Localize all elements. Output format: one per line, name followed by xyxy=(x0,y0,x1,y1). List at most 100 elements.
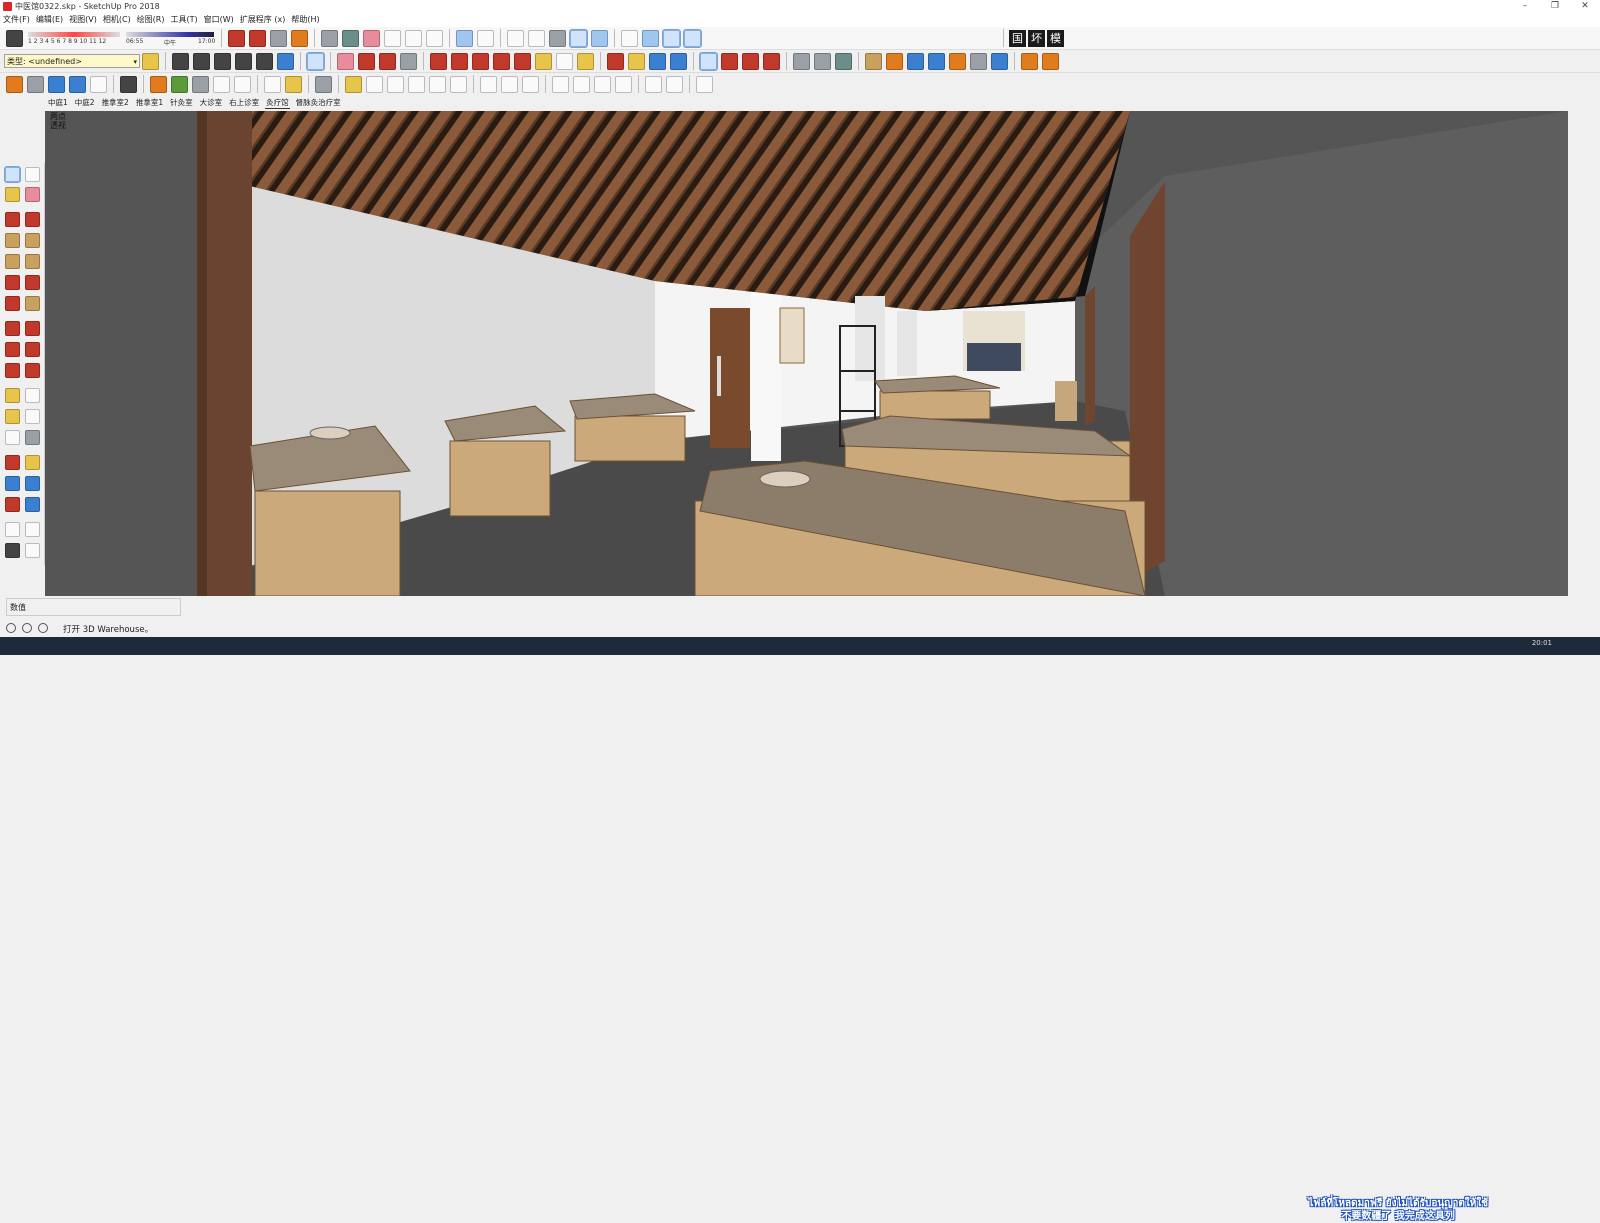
rotated-rectangle-icon[interactable] xyxy=(25,233,40,248)
plugin-icon[interactable] xyxy=(928,52,945,70)
geo-location-icon[interactable] xyxy=(696,75,713,93)
menu-help[interactable]: 帮助(H) xyxy=(291,13,319,27)
restore-button[interactable]: ❐ xyxy=(1540,0,1570,13)
menu-extensions[interactable]: 扩展程序 (x) xyxy=(240,13,286,27)
home-icon[interactable] xyxy=(384,29,401,47)
circle-icon[interactable] xyxy=(400,52,417,70)
three-point-arc-icon[interactable] xyxy=(5,296,20,311)
plugin-icon[interactable] xyxy=(721,52,738,70)
tape-measure-icon[interactable] xyxy=(345,75,362,93)
plugin-icon[interactable] xyxy=(172,52,189,70)
plugin-icon[interactable] xyxy=(277,52,294,70)
zoom-icon[interactable] xyxy=(5,476,20,491)
zoom-icon[interactable] xyxy=(649,52,666,70)
pan-icon[interactable] xyxy=(25,455,40,470)
plugin-icon[interactable] xyxy=(1042,52,1059,70)
view-iso-icon[interactable] xyxy=(480,75,497,93)
styles-icon[interactable] xyxy=(363,29,380,47)
zoom-window-icon[interactable] xyxy=(25,476,40,491)
plugin-icon[interactable] xyxy=(285,75,302,93)
plugin-icon[interactable] xyxy=(970,52,987,70)
axes-icon[interactable] xyxy=(429,75,446,93)
plugin-icon[interactable] xyxy=(835,52,852,70)
plugin-icon[interactable] xyxy=(48,75,65,93)
plugin-icon[interactable] xyxy=(213,75,230,93)
scene-tab[interactable]: 推拿室2 xyxy=(101,97,130,109)
quick-char-2[interactable]: 坏 xyxy=(1028,29,1045,47)
plugin-icon[interactable] xyxy=(1021,52,1038,70)
3d-text-icon[interactable] xyxy=(25,430,40,445)
text-icon[interactable] xyxy=(408,75,425,93)
view-front-icon[interactable] xyxy=(522,75,539,93)
quick-char-3[interactable]: 模 xyxy=(1047,29,1064,47)
plugin-icon[interactable] xyxy=(69,75,86,93)
scene-tab[interactable]: 针灸室 xyxy=(169,97,194,109)
section-plane-icon[interactable] xyxy=(25,543,40,558)
plugin-icon[interactable] xyxy=(193,52,210,70)
scene-tab[interactable]: 督脉灸治疗室 xyxy=(295,97,342,109)
push-pull-icon[interactable] xyxy=(25,321,40,336)
plugin-icon[interactable] xyxy=(645,75,662,93)
plugin-icon[interactable] xyxy=(6,75,23,93)
zoom-extents-icon[interactable] xyxy=(670,52,687,70)
scene-tab-selected[interactable]: 灸疗馆 xyxy=(265,97,290,109)
menu-file[interactable]: 文件(F) xyxy=(3,13,30,27)
two-point-arc-icon[interactable] xyxy=(25,275,40,290)
plugin-icon[interactable] xyxy=(315,75,332,93)
eraser-icon[interactable] xyxy=(25,187,40,202)
view-bottom-icon[interactable] xyxy=(615,75,632,93)
shadow-time-slider[interactable]: 06:55 中午 17:00 xyxy=(126,29,215,47)
back-edges-icon[interactable] xyxy=(477,29,494,47)
make-component-icon[interactable] xyxy=(25,167,40,182)
push-pull-icon[interactable] xyxy=(430,52,447,70)
axes-icon[interactable] xyxy=(621,29,638,47)
tape-measure-icon[interactable] xyxy=(535,52,552,70)
quick-char-1[interactable]: 国 xyxy=(1009,29,1026,47)
plugin-icon[interactable] xyxy=(234,75,251,93)
circle-icon[interactable] xyxy=(5,254,20,269)
arc-icon[interactable] xyxy=(379,52,396,70)
materials-icon[interactable] xyxy=(342,29,359,47)
section-fill-icon[interactable] xyxy=(683,28,702,48)
plugin-icon[interactable] xyxy=(865,52,882,70)
paint-bucket-icon[interactable] xyxy=(5,187,20,202)
shadow-month-slider[interactable]: 1 2 3 4 5 6 7 8 9 10 11 12 xyxy=(28,29,120,47)
scene-tab[interactable]: 推拿室1 xyxy=(135,97,164,109)
move-icon[interactable] xyxy=(5,321,20,336)
menu-draw[interactable]: 绘图(R) xyxy=(137,13,165,27)
previous-view-icon[interactable] xyxy=(25,497,40,512)
plugin-icon[interactable] xyxy=(949,52,966,70)
menu-edit[interactable]: 编辑(E) xyxy=(36,13,63,27)
rotate-icon[interactable] xyxy=(493,52,510,70)
orbit-icon[interactable] xyxy=(5,455,20,470)
plugin-icon[interactable] xyxy=(991,52,1008,70)
scene-tab[interactable]: 中庭2 xyxy=(74,97,96,109)
plugin-icon[interactable] xyxy=(27,75,44,93)
walk-icon[interactable] xyxy=(5,543,20,558)
plugin-icon[interactable] xyxy=(907,52,924,70)
plugin-icon[interactable] xyxy=(886,52,903,70)
plugin-icon[interactable] xyxy=(192,75,209,93)
wireframe-icon[interactable] xyxy=(507,29,524,47)
view-right-icon[interactable] xyxy=(552,75,569,93)
view-back-icon[interactable] xyxy=(573,75,590,93)
shadow-toggle-icon[interactable] xyxy=(6,29,23,47)
info-icon[interactable] xyxy=(6,623,16,633)
components-icon[interactable] xyxy=(321,29,338,47)
user-icon[interactable] xyxy=(38,623,48,633)
close-button[interactable]: ✕ xyxy=(1570,0,1600,13)
dimension-icon[interactable] xyxy=(25,388,40,403)
plugin-icon[interactable] xyxy=(256,52,273,70)
move-icon[interactable] xyxy=(472,52,489,70)
freehand-icon[interactable] xyxy=(25,212,40,227)
scene-tab[interactable]: 右上诊室 xyxy=(228,97,260,109)
xray-icon[interactable] xyxy=(456,29,473,47)
paint-bucket-icon[interactable] xyxy=(577,52,594,70)
plugin-icon[interactable] xyxy=(793,52,810,70)
scene-tab[interactable]: 大诊室 xyxy=(199,97,224,109)
dimension-icon[interactable] xyxy=(366,75,383,93)
menu-camera[interactable]: 相机(C) xyxy=(103,13,131,27)
plugin-icon[interactable] xyxy=(763,52,780,70)
minimize-button[interactable]: – xyxy=(1510,0,1540,13)
rectangle-icon[interactable] xyxy=(5,233,20,248)
